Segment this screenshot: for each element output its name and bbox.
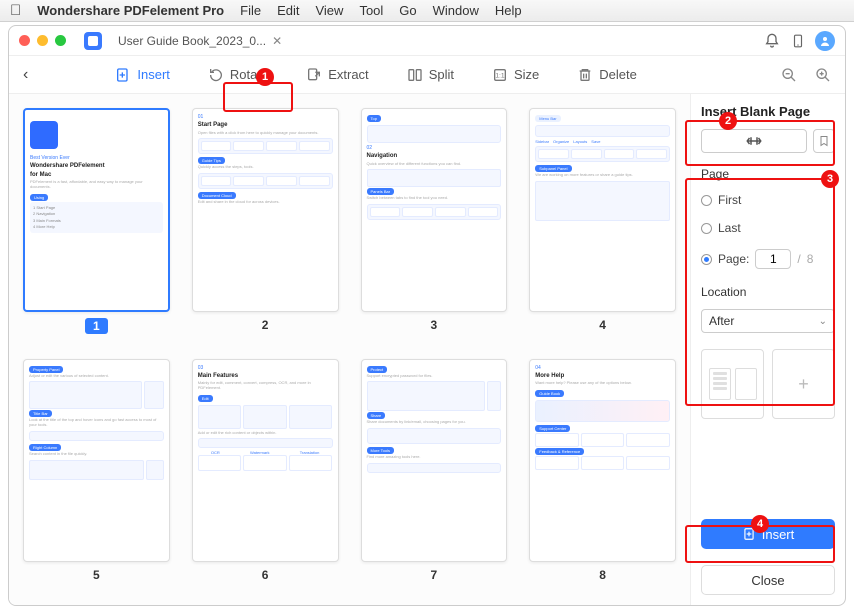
main-area: Best Version Ever Wondershare PDFelement…: [9, 94, 845, 605]
right-panel: Insert Blank Page Page First Last Page: …: [690, 94, 845, 605]
notification-icon[interactable]: [763, 32, 781, 50]
close-tab-icon[interactable]: ✕: [272, 34, 282, 48]
back-button[interactable]: ‹: [23, 66, 28, 84]
document-tab[interactable]: User Guide Book_2023_0... ✕: [110, 34, 290, 48]
page-number-3: 3: [431, 318, 438, 332]
size-tool[interactable]: 1:1 Size: [484, 63, 547, 87]
page-number-4: 4: [599, 318, 606, 332]
menu-file[interactable]: File: [240, 3, 261, 18]
page-thumb-4[interactable]: Menu Bar Sidebar Organize Layouts Save S…: [529, 108, 676, 341]
page-thumb-8[interactable]: 04 More Help Want more help? Please use …: [529, 359, 676, 592]
blank-page-button[interactable]: [701, 129, 807, 153]
radio-first[interactable]: First: [701, 193, 835, 207]
radio-page[interactable]: Page: / 8: [701, 249, 835, 269]
apple-menu[interactable]: : [10, 2, 21, 19]
chevron-down-icon: ⌄: [819, 316, 827, 327]
app-icon: [84, 32, 102, 50]
bookmark-icon: [818, 134, 830, 148]
menu-window[interactable]: Window: [433, 3, 479, 18]
page-total: 8: [807, 252, 814, 266]
extract-tool[interactable]: Extract: [298, 63, 376, 87]
radio-last[interactable]: Last: [701, 221, 835, 235]
title-bar: User Guide Book_2023_0... ✕: [9, 26, 845, 56]
page-thumb-1[interactable]: Best Version Ever Wondershare PDFelement…: [23, 108, 170, 341]
page-number-8: 8: [599, 568, 606, 582]
tool-group: Insert Rotate Extract Split 1:1 Size Del…: [107, 63, 644, 87]
layout-choice: +: [701, 349, 835, 419]
thumbnail-grid: Best Version Ever Wondershare PDFelement…: [9, 94, 690, 605]
zoom-controls: [781, 67, 831, 83]
app-window: User Guide Book_2023_0... ✕ ‹ Insert Rot…: [8, 25, 846, 606]
menu-go[interactable]: Go: [399, 3, 416, 18]
location-section-label: Location: [701, 285, 835, 299]
location-select[interactable]: After ⌄: [701, 309, 835, 333]
panel-title: Insert Blank Page: [701, 104, 835, 119]
zoom-in-icon[interactable]: [815, 67, 831, 83]
maximize-window-button[interactable]: [55, 35, 66, 46]
close-button-label: Close: [751, 573, 784, 588]
menu-edit[interactable]: Edit: [277, 3, 299, 18]
extract-label: Extract: [328, 67, 368, 82]
layout-before-option[interactable]: [701, 349, 764, 419]
delete-label: Delete: [599, 67, 637, 82]
insert-button-label: Insert: [762, 527, 795, 542]
rotate-label: Rotate: [230, 67, 268, 82]
tab-title: User Guide Book_2023_0...: [118, 34, 266, 48]
size-icon: 1:1: [492, 67, 508, 83]
menu-bar:  Wondershare PDFelement Pro File Edit V…: [0, 0, 854, 22]
menu-view[interactable]: View: [315, 3, 343, 18]
toolbar: ‹ Insert Rotate Extract Split 1:1 Size: [9, 56, 845, 94]
rotate-tool[interactable]: Rotate: [200, 63, 276, 87]
layout-add-option[interactable]: +: [772, 349, 835, 419]
page-section-label: Page: [701, 167, 835, 181]
page-thumb-3[interactable]: Top 02 Navigation Quick overview of the …: [361, 108, 508, 341]
insert-tool[interactable]: Insert: [107, 63, 178, 87]
user-avatar[interactable]: [815, 31, 835, 51]
split-tool[interactable]: Split: [399, 63, 462, 87]
extract-icon: [306, 67, 322, 83]
page-number-input[interactable]: [755, 249, 791, 269]
insert-icon: [115, 67, 131, 83]
page-thumb-5[interactable]: Property Panel Adjust or edit the variou…: [23, 359, 170, 592]
page-thumb-6[interactable]: 03 Main Features Mainly for edit, commen…: [192, 359, 339, 592]
split-label: Split: [429, 67, 454, 82]
close-window-button[interactable]: [19, 35, 30, 46]
zoom-out-icon[interactable]: [781, 67, 797, 83]
page-number-1: 1: [85, 318, 108, 334]
rotate-icon: [208, 67, 224, 83]
split-icon: [407, 67, 423, 83]
svg-text:1:1: 1:1: [495, 72, 505, 79]
page-total-separator: /: [797, 252, 800, 266]
page-number-6: 6: [262, 568, 269, 582]
delete-tool[interactable]: Delete: [569, 63, 645, 87]
app-name[interactable]: Wondershare PDFelement Pro: [37, 3, 224, 18]
page-thumb-7[interactable]: Protect Support encrypted password for f…: [361, 359, 508, 592]
page-number-5: 5: [93, 568, 100, 582]
plus-icon: +: [798, 374, 809, 395]
size-label: Size: [514, 67, 539, 82]
insert-button-icon: [742, 527, 756, 541]
location-value: After: [709, 314, 734, 328]
close-button[interactable]: Close: [701, 565, 835, 595]
delete-icon: [577, 67, 593, 83]
insert-label: Insert: [137, 67, 170, 82]
bookmark-button[interactable]: [813, 129, 835, 153]
minimize-window-button[interactable]: [37, 35, 48, 46]
page-thumb-2[interactable]: 01 Start Page Open files with a click fr…: [192, 108, 339, 341]
menu-help[interactable]: Help: [495, 3, 522, 18]
traffic-lights: [19, 35, 66, 46]
menu-tool[interactable]: Tool: [359, 3, 383, 18]
page-number-7: 7: [431, 568, 438, 582]
page-number-2: 2: [262, 318, 269, 332]
device-icon[interactable]: [789, 32, 807, 50]
blank-page-icon: [745, 134, 763, 148]
insert-button[interactable]: Insert: [701, 519, 835, 549]
